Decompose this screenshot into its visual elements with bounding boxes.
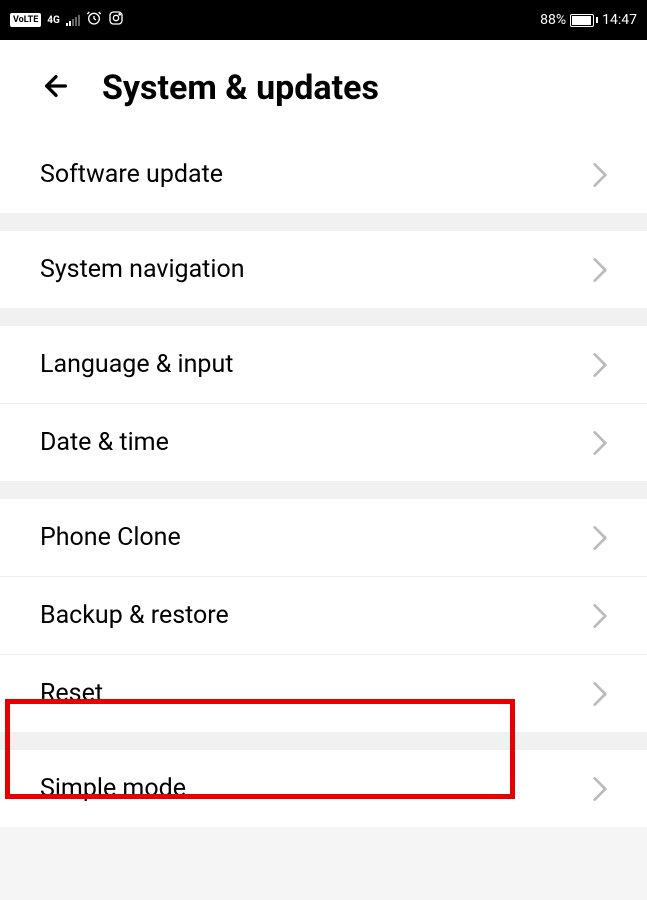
section-divider <box>0 732 647 750</box>
settings-item-backup-restore[interactable]: Backup & restore <box>0 577 647 655</box>
page-title: System & updates <box>102 68 379 108</box>
settings-item-language-input[interactable]: Language & input <box>0 326 647 404</box>
chevron-right-icon <box>593 163 607 187</box>
settings-item-system-navigation[interactable]: System navigation <box>0 231 647 308</box>
header: System & updates <box>0 40 647 136</box>
settings-item-label: System navigation <box>40 255 245 284</box>
settings-item-date-time[interactable]: Date & time <box>0 404 647 481</box>
chevron-right-icon <box>593 353 607 377</box>
settings-item-label: Phone Clone <box>40 523 181 552</box>
battery-icon <box>570 14 598 27</box>
chevron-right-icon <box>593 682 607 706</box>
status-left: VoLTE 4G <box>10 10 124 30</box>
alarm-icon <box>86 10 102 30</box>
settings-item-software-update[interactable]: Software update <box>0 136 647 213</box>
settings-item-reset[interactable]: Reset <box>0 655 647 732</box>
clock-time: 14:47 <box>602 12 637 28</box>
signal-bars-icon <box>66 14 80 26</box>
section-divider <box>0 213 647 231</box>
chevron-right-icon <box>593 604 607 628</box>
instagram-icon <box>108 10 124 30</box>
network-indicator: 4G <box>47 15 60 26</box>
chevron-right-icon <box>593 526 607 550</box>
settings-item-label: Backup & restore <box>40 601 229 630</box>
settings-item-phone-clone[interactable]: Phone Clone <box>0 499 647 577</box>
battery-percent: 88% <box>540 12 566 28</box>
section-divider <box>0 308 647 326</box>
settings-item-label: Software update <box>40 160 223 189</box>
settings-item-label: Date & time <box>40 428 169 457</box>
status-right: 88% 14:47 <box>540 12 637 28</box>
chevron-right-icon <box>593 777 607 801</box>
settings-item-label: Reset <box>40 679 103 708</box>
section-divider <box>0 481 647 499</box>
settings-item-label: Language & input <box>40 350 233 379</box>
arrow-left-icon <box>40 70 72 102</box>
back-button[interactable] <box>40 70 72 106</box>
status-bar: VoLTE 4G 88% 14:47 <box>0 0 647 40</box>
chevron-right-icon <box>593 258 607 282</box>
chevron-right-icon <box>593 431 607 455</box>
settings-item-simple-mode[interactable]: Simple mode <box>0 750 647 827</box>
volte-badge: VoLTE <box>10 13 41 27</box>
settings-item-label: Simple mode <box>40 774 186 803</box>
